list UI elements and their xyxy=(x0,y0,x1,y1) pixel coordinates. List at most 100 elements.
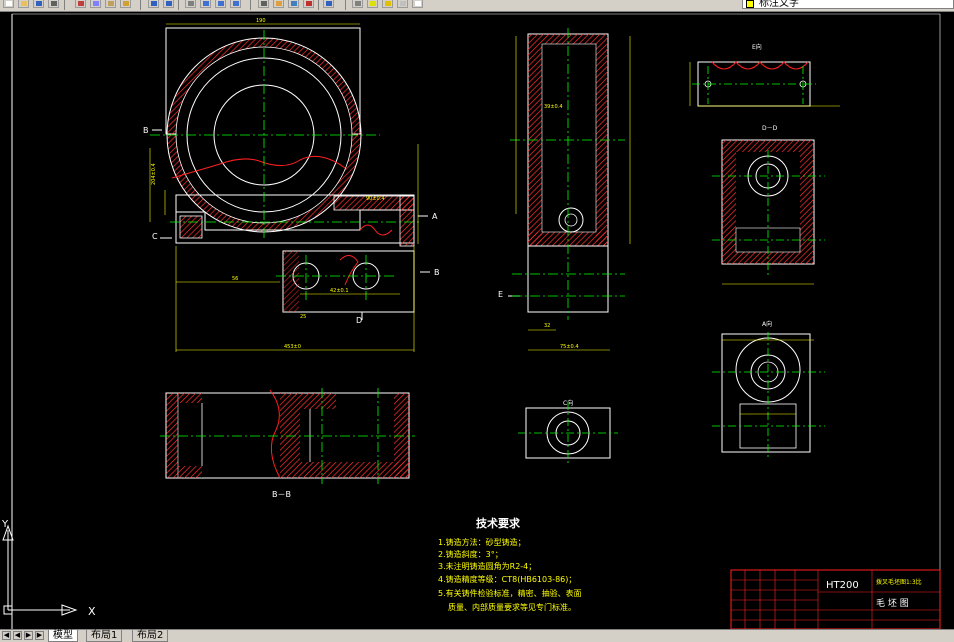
redo-icon[interactable] xyxy=(163,0,174,8)
markup-icon[interactable] xyxy=(303,0,314,8)
lock-icon-glyph xyxy=(400,1,406,6)
drawing-type: 毛 坯 图 xyxy=(876,597,909,609)
tab-next-icon[interactable]: ▶ xyxy=(24,631,33,640)
copy-icon[interactable] xyxy=(90,0,101,8)
ucs-y-label: Y xyxy=(1,519,9,530)
pan-icon-glyph xyxy=(188,1,194,6)
layer-icon-glyph xyxy=(355,1,361,6)
text-style-dropdown[interactable]: 标注文字 xyxy=(742,0,954,9)
c-view[interactable]: C向 xyxy=(518,399,618,464)
view-dd-label: D－D xyxy=(762,125,778,132)
view-a-label: A向 xyxy=(762,320,772,328)
toolbar-separator xyxy=(140,0,141,10)
svg-text:56: 56 xyxy=(232,276,238,282)
e-view[interactable]: E向 xyxy=(689,43,840,107)
svg-text:204±0.4: 204±0.4 xyxy=(151,163,157,185)
tab-layout1[interactable]: 布局1 xyxy=(86,630,123,642)
zoom-realtime-icon[interactable] xyxy=(200,0,211,8)
tech-line-3: 3.未注明铸造圆角为R2-4； xyxy=(438,561,536,571)
front-view[interactable]: 190 453±0 56 42±0.1 90±0.4 25 204±0.4 xyxy=(149,18,420,352)
undo-icon[interactable] xyxy=(148,0,159,8)
open-icon[interactable] xyxy=(18,0,29,8)
cut-icon-glyph xyxy=(78,1,84,6)
lightbulb-icon[interactable] xyxy=(367,0,378,8)
tech-line-4: 4.铸造精度等级：CT8(HB6103-86)； xyxy=(438,574,576,584)
sun-icon-glyph xyxy=(385,1,391,6)
tech-title: 技术要求 xyxy=(476,516,521,530)
layer-color-swatch xyxy=(746,0,754,8)
tool-palette-icon[interactable] xyxy=(288,0,299,8)
toolbar-separator xyxy=(250,0,251,10)
ucs-icon: Y X xyxy=(1,519,96,618)
zoom-window-icon-glyph xyxy=(218,1,224,6)
tab-layout2[interactable]: 布局2 xyxy=(132,630,169,642)
save-icon-glyph xyxy=(36,1,42,6)
dd-view[interactable]: D－D xyxy=(712,125,825,285)
tech-line-1: 1.铸造方法：砂型铸造； xyxy=(438,537,526,547)
technical-requirements: 技术要求 1.铸造方法：砂型铸造； 2.铸造斜度：3°； 3.未注明铸造圆角为R… xyxy=(438,516,582,612)
section-bb-view[interactable]: B－B xyxy=(160,388,415,499)
tab-first-icon[interactable]: ◀ xyxy=(2,631,11,640)
toolbar-separator xyxy=(178,0,179,10)
redo-icon-glyph xyxy=(166,1,172,6)
copy-icon-glyph xyxy=(93,1,99,6)
svg-text:32: 32 xyxy=(544,323,550,329)
match-icon[interactable] xyxy=(120,0,131,8)
new-icon[interactable] xyxy=(3,0,14,8)
layer-icon[interactable] xyxy=(352,0,363,8)
section-bb-label: B－B xyxy=(272,490,291,499)
tech-line-5: 5.有关铸件检验标准，精密、抽验、表面 xyxy=(438,588,582,598)
new-icon-glyph xyxy=(6,1,12,6)
open-icon-glyph xyxy=(21,1,27,6)
mark-a: A xyxy=(432,212,438,221)
tech-line-6: 质量、内部质量要求等见专门标准。 xyxy=(448,602,576,612)
cut-icon[interactable] xyxy=(75,0,86,8)
part-name: 拨叉毛坯图1:3比 xyxy=(876,578,922,586)
svg-text:42±0.1: 42±0.1 xyxy=(330,288,349,294)
tech-line-2: 2.铸造斜度：3°； xyxy=(438,549,503,559)
paste-icon[interactable] xyxy=(105,0,116,8)
mark-d: D xyxy=(356,316,362,325)
mark-e: E xyxy=(498,290,503,299)
a-view[interactable]: A向 xyxy=(712,320,825,460)
zoom-previous-icon[interactable] xyxy=(230,0,241,8)
tool-palette-icon-glyph xyxy=(291,1,297,6)
material-label: HT200 xyxy=(826,580,859,591)
properties-icon-glyph xyxy=(261,1,267,6)
tab-model[interactable]: 模型 xyxy=(48,630,78,642)
tab-prev-icon[interactable]: ◀ xyxy=(13,631,22,640)
pan-icon[interactable] xyxy=(185,0,196,8)
color-icon-glyph xyxy=(415,1,421,6)
save-icon[interactable] xyxy=(33,0,44,8)
match-icon-glyph xyxy=(123,1,129,6)
design-center-icon-glyph xyxy=(276,1,282,6)
mark-b-right: B xyxy=(434,268,440,277)
zoom-realtime-icon-glyph xyxy=(203,1,209,6)
view-e-label: E向 xyxy=(752,43,762,51)
help-icon-glyph xyxy=(326,1,332,6)
toolbar-separator xyxy=(345,0,346,10)
print-icon-glyph xyxy=(51,1,57,6)
title-block[interactable]: HT200 拨叉毛坯图1:3比 毛 坯 图 xyxy=(730,569,941,629)
lock-icon[interactable] xyxy=(397,0,408,8)
tab-last-icon[interactable]: ▶ xyxy=(35,631,44,640)
mark-b-left: B xyxy=(143,126,149,135)
svg-text:25: 25 xyxy=(300,314,306,320)
svg-text:190: 190 xyxy=(256,18,266,24)
side-view[interactable]: 75±0.4 39±0.4 32 xyxy=(510,28,631,351)
svg-text:75±0.4: 75±0.4 xyxy=(560,344,579,350)
drawing-canvas[interactable]: 190 453±0 56 42±0.1 90±0.4 25 204±0.4 B … xyxy=(0,12,954,629)
text-style-value: 标注文字 xyxy=(759,0,799,9)
properties-icon[interactable] xyxy=(258,0,269,8)
zoom-window-icon[interactable] xyxy=(215,0,226,8)
design-center-icon[interactable] xyxy=(273,0,284,8)
mark-c: C xyxy=(152,232,158,241)
sun-icon[interactable] xyxy=(382,0,393,8)
color-icon[interactable] xyxy=(412,0,423,8)
help-icon[interactable] xyxy=(323,0,334,8)
undo-icon-glyph xyxy=(151,1,157,6)
toolbar-separator xyxy=(318,0,319,10)
print-icon[interactable] xyxy=(48,0,59,8)
paste-icon-glyph xyxy=(108,1,114,6)
markup-icon-glyph xyxy=(306,1,312,6)
